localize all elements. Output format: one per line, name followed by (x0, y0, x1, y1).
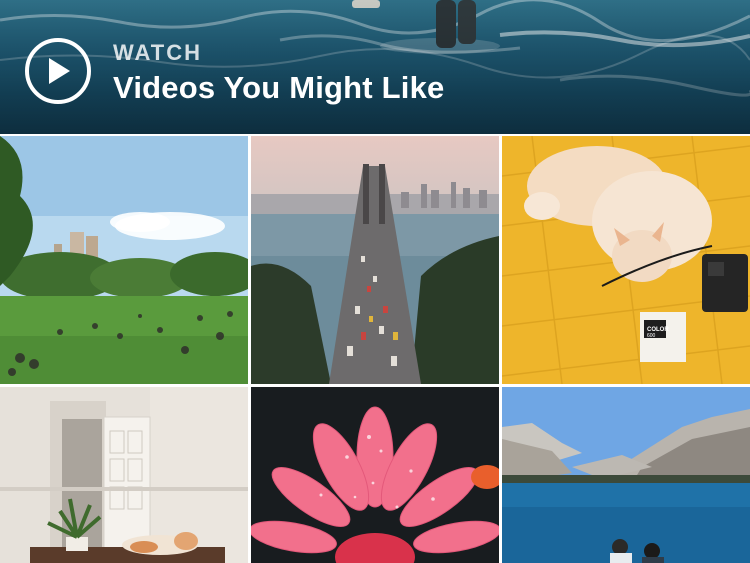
play-triangle-icon (49, 58, 70, 84)
park-scene (0, 136, 248, 384)
video-thumbnail-flower[interactable] (251, 387, 499, 563)
banner-shade (0, 0, 750, 134)
section-eyebrow: WATCH (113, 40, 203, 65)
watch-banner[interactable]: WATCH Videos You Might Like (0, 0, 750, 134)
room-scene (0, 387, 248, 563)
section-title: Videos You Might Like (113, 70, 445, 105)
film-box-label-2: 600 (647, 333, 656, 339)
lake-scene (502, 387, 750, 563)
video-thumbnail-bridge[interactable] (251, 136, 499, 384)
video-thumbnail-lake[interactable] (502, 387, 750, 563)
video-thumbnail-park[interactable] (0, 136, 248, 384)
flower-scene (251, 387, 499, 563)
bridge-scene (251, 136, 499, 384)
cat-scene: COLOR 600 (502, 136, 750, 384)
video-thumbnail-cat[interactable]: COLOR 600 (502, 136, 750, 384)
play-circle-icon[interactable] (25, 38, 91, 104)
video-thumbnail-room[interactable] (0, 387, 248, 563)
